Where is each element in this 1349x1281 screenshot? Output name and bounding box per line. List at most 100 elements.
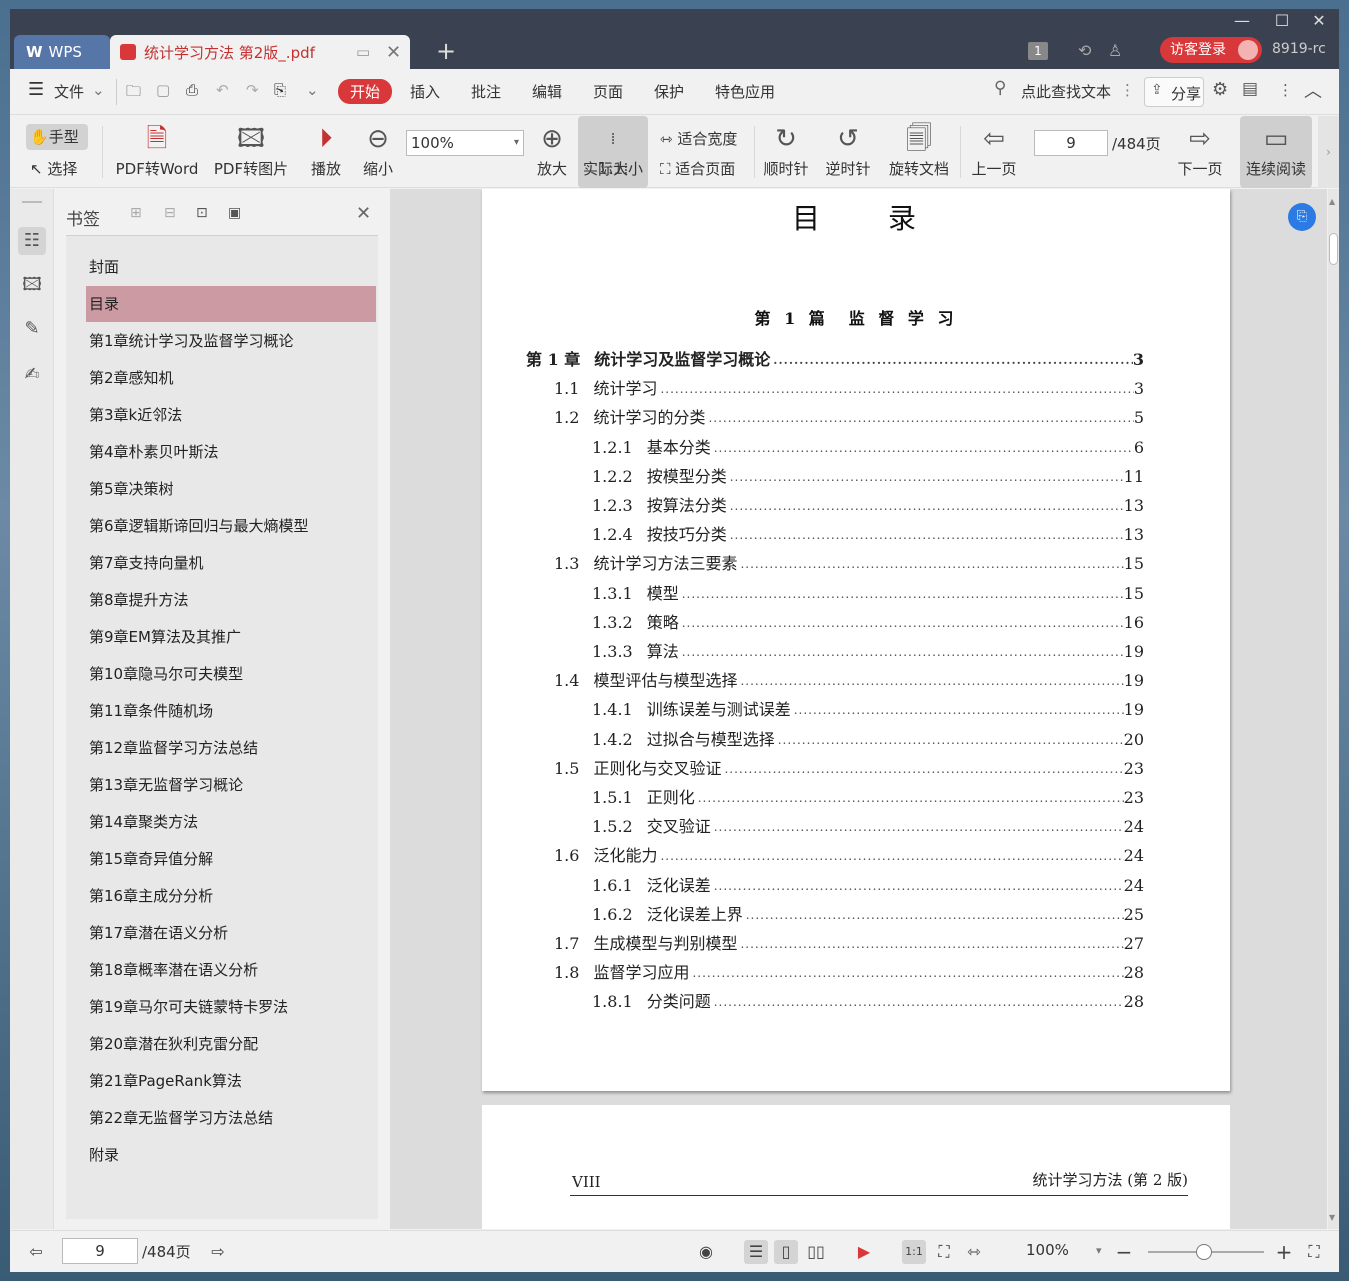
toc-entry[interactable]: 1.8.1 分类问题...............................… bbox=[592, 989, 1144, 1015]
toc-entry[interactable]: 1.1 统计学习.................................… bbox=[554, 376, 1144, 402]
menu-file[interactable]: 文件 bbox=[54, 81, 84, 102]
continuous-view-icon[interactable]: ☰ bbox=[744, 1240, 768, 1264]
rotate-counter-button[interactable]: ↺ 逆时针 bbox=[822, 116, 874, 188]
prev-page-button[interactable]: ⇦ 上一页 bbox=[968, 116, 1020, 188]
bookmark-item[interactable]: 附录 bbox=[86, 1137, 376, 1173]
sync-icon[interactable]: ⟲ bbox=[1078, 41, 1091, 60]
bookmark-item[interactable]: 第14章聚类方法 bbox=[86, 804, 376, 840]
play-button[interactable]: ⏵ 播放 bbox=[306, 116, 346, 188]
toc-entry[interactable]: 1.6.1 泛化误差...............................… bbox=[592, 873, 1144, 899]
more-vertical-icon[interactable]: ⋮ bbox=[1120, 81, 1135, 99]
hand-tool-button[interactable]: ✋手型 bbox=[26, 124, 88, 150]
tab-document[interactable]: 统计学习方法 第2版_.pdf ▭ ✕ bbox=[110, 35, 410, 69]
annotation-icon[interactable]: ✎ bbox=[18, 315, 46, 343]
guest-login-button[interactable]: 访客登录 bbox=[1160, 37, 1262, 63]
tab-close-icon[interactable]: ✕ bbox=[386, 42, 401, 63]
fit-page-button[interactable]: ⛶ 适合页面 bbox=[660, 158, 735, 179]
toc-entry[interactable]: 1.2.4 按技巧分类..............................… bbox=[592, 522, 1144, 548]
menu-special[interactable]: 特色应用 bbox=[715, 81, 775, 102]
menu-protect[interactable]: 保护 bbox=[654, 81, 684, 102]
fullscreen-icon[interactable]: ⛶ bbox=[1302, 1240, 1326, 1264]
window-count-badge[interactable]: 1 bbox=[1028, 42, 1048, 60]
skin-icon[interactable]: ♙ bbox=[1108, 41, 1122, 60]
close-window-button[interactable]: ✕ bbox=[1299, 9, 1339, 33]
zoom-slider-thumb[interactable] bbox=[1196, 1244, 1212, 1260]
toc-entry[interactable]: 1.2 统计学习的分类..............................… bbox=[554, 405, 1144, 431]
toc-entry[interactable]: 1.3.2 策略.................................… bbox=[592, 610, 1144, 636]
toc-entry[interactable]: 1.6.2 泛化误差上界.............................… bbox=[592, 902, 1144, 928]
scrollbar-thumb[interactable] bbox=[1329, 233, 1338, 265]
toolbar-scroll-right[interactable]: › bbox=[1318, 116, 1339, 188]
bookmark-item[interactable]: 第1章统计学习及监督学习概论 bbox=[86, 323, 376, 359]
open-folder-icon[interactable]: 🗀 bbox=[126, 81, 141, 106]
bookmark-item[interactable]: 第21章PageRank算法 bbox=[86, 1063, 376, 1099]
select-tool-button[interactable]: ↖ 选择 bbox=[30, 158, 77, 179]
bookmark-item[interactable]: 第17章潜在语义分析 bbox=[86, 915, 376, 951]
bookmark-item[interactable]: 第9章EM算法及其推广 bbox=[86, 619, 376, 655]
bookmark-item[interactable]: 目录 bbox=[86, 286, 376, 322]
toc-entry[interactable]: 1.5 正则化与交叉验证.............................… bbox=[554, 756, 1144, 782]
zoom-select[interactable]: 100% ▾ bbox=[406, 130, 524, 156]
zoom-out-button[interactable]: ⊖ 缩小 bbox=[358, 116, 398, 188]
bookmark-list-icon[interactable]: ☷ bbox=[18, 227, 46, 255]
share-button[interactable]: ⇪ 分享 bbox=[1144, 77, 1204, 107]
minimize-button[interactable]: — bbox=[1222, 9, 1262, 33]
toc-entry[interactable]: 第 1 章统计学习及监督学习概论........................… bbox=[526, 347, 1144, 373]
more-dropdown-icon[interactable]: ⌄ bbox=[306, 81, 319, 99]
bookmark-item[interactable]: 第2章感知机 bbox=[86, 360, 376, 396]
bookmark-item[interactable]: 第20章潜在狄利克雷分配 bbox=[86, 1026, 376, 1062]
gear-icon[interactable]: ⚙ bbox=[1212, 79, 1228, 100]
menu-page[interactable]: 页面 bbox=[593, 81, 623, 102]
toc-entry[interactable]: 1.3.3 算法.................................… bbox=[592, 639, 1144, 665]
vertical-scrollbar[interactable]: ▲ ▼ bbox=[1328, 189, 1339, 1229]
expand-all-icon[interactable]: ⊞ bbox=[130, 205, 142, 221]
signature-icon[interactable]: ✍ bbox=[18, 361, 46, 389]
fit-width-status-icon[interactable]: ⇿ bbox=[962, 1240, 986, 1264]
page-number-input[interactable]: 9 bbox=[1034, 130, 1108, 156]
comment-icon[interactable]: ▤ bbox=[1242, 79, 1258, 99]
rotate-document-button[interactable]: 🗐 旋转文档 bbox=[884, 116, 954, 188]
zoom-dropdown-icon[interactable]: ▾ bbox=[1096, 1244, 1102, 1257]
continuous-read-button[interactable]: ▭ 连续阅读 bbox=[1240, 116, 1312, 188]
save-icon[interactable]: ▢ bbox=[156, 81, 170, 99]
bookmark-item[interactable]: 第5章决策树 bbox=[86, 471, 376, 507]
bookmark-item[interactable]: 第11章条件随机场 bbox=[86, 693, 376, 729]
play-slideshow-icon[interactable]: ▶ bbox=[852, 1240, 876, 1264]
toc-entry[interactable]: 1.3.1 模型.................................… bbox=[592, 581, 1144, 607]
zoom-slider[interactable] bbox=[1148, 1244, 1264, 1260]
bookmark-item[interactable]: 第19章马尔可夫链蒙特卡罗法 bbox=[86, 989, 376, 1025]
bookmark-item[interactable]: 第10章隐马尔可夫模型 bbox=[86, 656, 376, 692]
menu-annotate[interactable]: 批注 bbox=[471, 81, 501, 102]
bookmark-item[interactable]: 第22章无监督学习方法总结 bbox=[86, 1100, 376, 1136]
floating-tool-icon[interactable]: ⎘ bbox=[1288, 203, 1316, 231]
next-page-button[interactable]: ⇨ 下一页 bbox=[1174, 116, 1226, 188]
fit-page-status-icon[interactable]: ⛶ bbox=[932, 1240, 956, 1264]
toc-entry[interactable]: 1.4 模型评估与模型选择............................… bbox=[554, 668, 1144, 694]
toc-entry[interactable]: 1.2.2 按模型分类..............................… bbox=[592, 464, 1144, 490]
redo-icon[interactable]: ↷ bbox=[246, 81, 259, 99]
search-icon[interactable]: ⚲ bbox=[994, 78, 1006, 98]
collapse-ribbon-icon[interactable]: ︿ bbox=[1304, 77, 1322, 103]
more-options-icon[interactable]: ⋮ bbox=[1278, 81, 1293, 99]
toc-entry[interactable]: 1.6 泛化能力.................................… bbox=[554, 843, 1144, 869]
status-prev-page-icon[interactable]: ⇦ bbox=[24, 1240, 48, 1264]
search-text-button[interactable]: 点此查找文本 bbox=[1021, 81, 1111, 102]
single-page-icon[interactable]: ▯ bbox=[774, 1240, 798, 1264]
toc-entry[interactable]: 1.4.2 过拟合与模型选择...........................… bbox=[592, 727, 1144, 753]
pdf-to-word-button[interactable]: 🗎 PDF转Word bbox=[112, 116, 202, 188]
menu-start[interactable]: 开始 bbox=[338, 79, 393, 104]
tab-wps-home[interactable]: W WPS bbox=[14, 35, 110, 69]
bookmark-item[interactable]: 第15章奇异值分解 bbox=[86, 841, 376, 877]
close-icon[interactable]: ✕ bbox=[356, 203, 371, 224]
rotate-clockwise-button[interactable]: ↻ 顺时针 bbox=[760, 116, 812, 188]
fit-width-button[interactable]: ⇿ 适合宽度 bbox=[660, 128, 737, 149]
zoom-minus-icon[interactable]: − bbox=[1112, 1240, 1136, 1264]
bookmark-item[interactable]: 第4章朴素贝叶斯法 bbox=[86, 434, 376, 470]
bookmark-item[interactable]: 第8章提升方法 bbox=[86, 582, 376, 618]
export-icon[interactable]: ⎘ bbox=[274, 81, 286, 99]
bookmark-item[interactable]: 第12章监督学习方法总结 bbox=[86, 730, 376, 766]
pdf-to-image-button[interactable]: 🖾 PDF转图片 bbox=[210, 116, 292, 188]
bookmark-item[interactable]: 第6章逻辑斯谛回归与最大熵模型 bbox=[86, 508, 376, 544]
print-icon[interactable]: ⎙ bbox=[186, 81, 198, 99]
bookmark-item[interactable]: 封面 bbox=[86, 249, 376, 285]
